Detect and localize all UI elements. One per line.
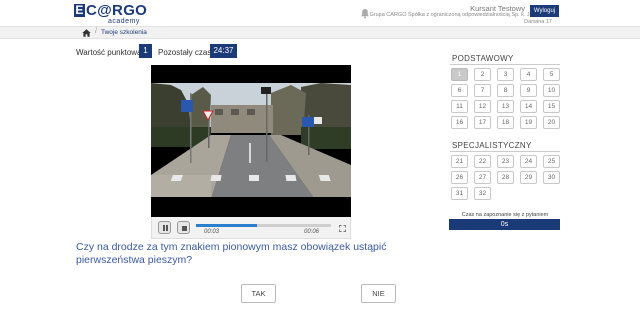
fullscreen-icon[interactable] — [339, 225, 346, 232]
question-text: Czy na drodze za tym znakiem pionowym ma… — [76, 241, 387, 266]
logo-e: E — [74, 3, 85, 17]
basic-section-divider — [450, 64, 560, 65]
question-number-3[interactable]: 3 — [497, 68, 514, 81]
question-number-14[interactable]: 14 — [520, 100, 537, 113]
question-number-28[interactable]: 28 — [497, 171, 514, 184]
points-label: Wartość punktowa — [76, 48, 142, 57]
question-number-18[interactable]: 18 — [497, 116, 514, 129]
pause-icon[interactable] — [158, 221, 171, 234]
answer-no-button[interactable]: NIE — [361, 284, 396, 303]
video-frame[interactable] — [151, 65, 351, 217]
specialist-section-divider — [450, 151, 560, 152]
video-scene — [151, 65, 351, 217]
question-number-22[interactable]: 22 — [474, 155, 491, 168]
basic-section-title: PODSTAWOWY — [452, 54, 514, 63]
answer-yes-button[interactable]: TAK — [241, 284, 276, 303]
time-label: Pozostały czas — [158, 48, 212, 57]
breadcrumb-separator: / — [95, 28, 97, 35]
question-number-27[interactable]: 27 — [474, 171, 491, 184]
logo-text: C@RGO — [86, 2, 148, 19]
question-number-2[interactable]: 2 — [474, 68, 491, 81]
breadcrumb-link-trainings[interactable]: Twoje szkolenia — [101, 29, 147, 36]
question-number-23[interactable]: 23 — [497, 155, 514, 168]
logo-wordmark: E C@RGO — [74, 3, 147, 18]
logout-button[interactable]: Wyloguj — [530, 5, 559, 17]
total-time: 00:06 — [304, 229, 320, 235]
question-number-7[interactable]: 7 — [474, 84, 491, 97]
question-number-1[interactable]: 1 — [451, 68, 468, 81]
question-number-6[interactable]: 6 — [451, 84, 468, 97]
user-company: Grupa CARGO Spółka z ograniczoną odpowie… — [369, 12, 552, 25]
reading-timer-label: Czas na zapoznanie się z pytaniem — [461, 212, 549, 218]
question-number-13[interactable]: 13 — [497, 100, 514, 113]
logo[interactable]: E C@RGO academy — [74, 3, 154, 25]
question-number-24[interactable]: 24 — [520, 155, 537, 168]
specialist-section-title: SPECJALISTYCZNY — [452, 141, 532, 150]
logo-subtitle: academy — [108, 18, 140, 25]
time-badge: 24:37 — [210, 44, 237, 58]
player-controls: 00:03 00:06 — [151, 217, 351, 239]
question-number-10[interactable]: 10 — [543, 84, 560, 97]
question-number-31[interactable]: 31 — [451, 187, 468, 200]
stop-icon[interactable] — [177, 221, 190, 234]
question-number-26[interactable]: 26 — [451, 171, 468, 184]
question-number-15[interactable]: 15 — [543, 100, 560, 113]
points-badge: 1 — [139, 44, 152, 58]
question-number-17[interactable]: 17 — [474, 116, 491, 129]
question-number-25[interactable]: 25 — [543, 155, 560, 168]
question-number-32[interactable]: 32 — [474, 187, 491, 200]
question-number-29[interactable]: 29 — [520, 171, 537, 184]
progress-track[interactable] — [196, 224, 331, 227]
progress-fill — [196, 224, 257, 227]
question-number-19[interactable]: 19 — [520, 116, 537, 129]
current-time: 00:03 — [204, 229, 220, 235]
question-number-11[interactable]: 11 — [451, 100, 468, 113]
question-number-20[interactable]: 20 — [543, 116, 560, 129]
question-number-21[interactable]: 21 — [451, 155, 468, 168]
question-number-8[interactable]: 8 — [497, 84, 514, 97]
home-icon[interactable] — [82, 29, 91, 37]
question-number-5[interactable]: 5 — [543, 68, 560, 81]
question-number-16[interactable]: 16 — [451, 116, 468, 129]
question-number-12[interactable]: 12 — [474, 100, 491, 113]
question-number-30[interactable]: 30 — [543, 171, 560, 184]
question-number-4[interactable]: 4 — [520, 68, 537, 81]
question-number-9[interactable]: 9 — [520, 84, 537, 97]
header: E C@RGO academy Kursant Testowy Grupa CAR… — [0, 0, 640, 26]
breadcrumb: / Twoje szkolenia — [0, 26, 640, 39]
reading-timer: 0s — [449, 219, 560, 230]
